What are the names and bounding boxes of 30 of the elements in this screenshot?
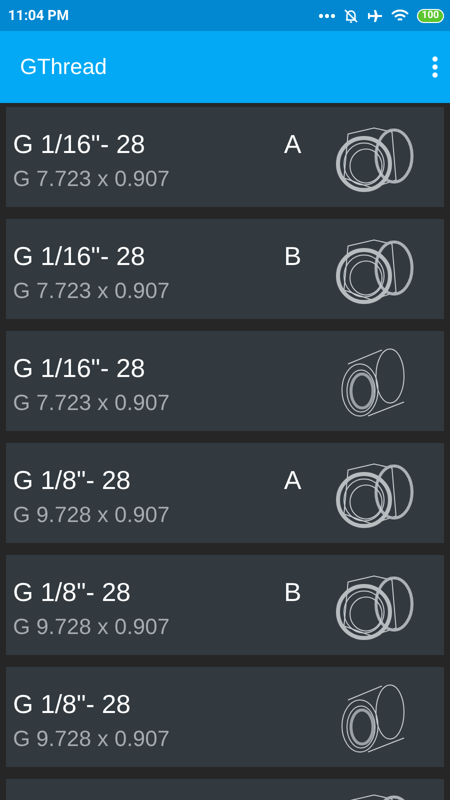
thread-variant: A (284, 464, 302, 496)
thread-name: G 1/16"- 28 (13, 352, 146, 384)
thread-variant: B (284, 576, 302, 608)
airplane-icon (366, 8, 383, 24)
thread-name: G 1/8"- 28 (13, 688, 132, 720)
thread-variant: B (284, 240, 302, 272)
thread-size: G 9.728 x 0.907 (13, 726, 171, 752)
wifi-icon (390, 8, 409, 22)
thread-card[interactable]: G 1/8"- 28 G 9.728 x 0.907 A (6, 443, 444, 543)
status-time: 11:04 PM (8, 8, 70, 24)
muted-bell-icon (342, 8, 359, 24)
thread-variant: A (284, 128, 302, 160)
battery-level: 100 (416, 8, 444, 22)
thread-size: G 7.723 x 0.907 (13, 278, 171, 304)
thread-size: G 9.728 x 0.907 (13, 614, 171, 640)
thread-size: G 9.728 x 0.907 (13, 502, 171, 528)
thread-card[interactable]: G 1/16"- 28 G 7.723 x 0.907 (6, 331, 444, 431)
thread-card[interactable]: G 1/8"- 28 G 9.728 x 0.907 (6, 667, 444, 767)
thread-card[interactable]: G 1/16"- 28 G 7.723 x 0.907 A (6, 107, 444, 207)
more-notifications-icon (318, 14, 335, 18)
thread-name: G 1/8"- 28 (13, 576, 132, 608)
overflow-menu-icon[interactable] (432, 56, 438, 78)
thread-size: G 7.723 x 0.907 (13, 166, 171, 192)
thread-size: G 7.723 x 0.907 (13, 390, 171, 416)
thread-name: G 1/16"- 28 (13, 240, 146, 272)
thread-name: G 1/16"- 28 (13, 128, 146, 160)
thread-card[interactable]: G 1/8"- 28 G 9.728 x 0.907 B (6, 555, 444, 655)
thread-name: G 1/8"- 28 (13, 464, 132, 496)
thread-card[interactable]: G 1/16"- 28 G 7.723 x 0.907 B (6, 219, 444, 319)
app-title: GThread (20, 54, 108, 80)
